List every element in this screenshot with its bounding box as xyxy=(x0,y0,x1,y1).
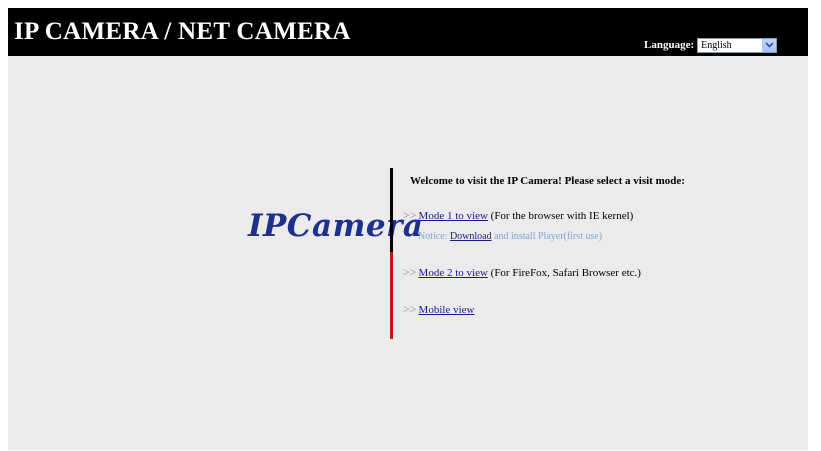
arrow-right-icon: >> xyxy=(403,208,417,222)
download-link[interactable]: Download xyxy=(450,231,492,242)
divider-bottom xyxy=(390,252,393,339)
mode2-description: (For FireFox, Safari Browser etc.) xyxy=(487,267,641,279)
language-label: Language: xyxy=(644,39,695,51)
arrow-right-icon: >> xyxy=(403,302,417,316)
mode1-row: >> Mode 1 to view (For the browser with I… xyxy=(403,208,633,223)
mode1-description: (For the browser with IE kernel) xyxy=(487,210,634,222)
chevron-down-icon[interactable] xyxy=(762,38,777,52)
welcome-text: Welcome to visit the IP Camera! Please s… xyxy=(410,175,685,187)
mobile-view-link[interactable]: Mobile view xyxy=(419,304,475,316)
notice-prefix: Notice: xyxy=(418,231,450,242)
language-select[interactable]: English xyxy=(697,37,778,53)
arrow-right-icon: >> xyxy=(403,265,417,279)
mode1-link[interactable]: Mode 1 to view xyxy=(419,210,488,222)
divider-top xyxy=(390,168,393,252)
language-selector-group: Language: English xyxy=(644,37,778,53)
language-select-value: English xyxy=(701,39,732,51)
mobile-row: >> Mobile view xyxy=(403,302,474,317)
header-bar: IP CAMERA / NET CAMERA Language: English xyxy=(8,8,808,56)
mode2-link[interactable]: Mode 2 to view xyxy=(419,267,488,279)
notice-row: Notice: Download and install Player(firs… xyxy=(418,231,602,242)
mode2-row: >> Mode 2 to view (For FireFox, Safari Br… xyxy=(403,265,641,280)
app-title: IP CAMERA / NET CAMERA xyxy=(14,18,351,45)
ip-camera-logo: IPCamera xyxy=(248,208,424,244)
notice-suffix: and install Player(first use) xyxy=(491,231,603,242)
